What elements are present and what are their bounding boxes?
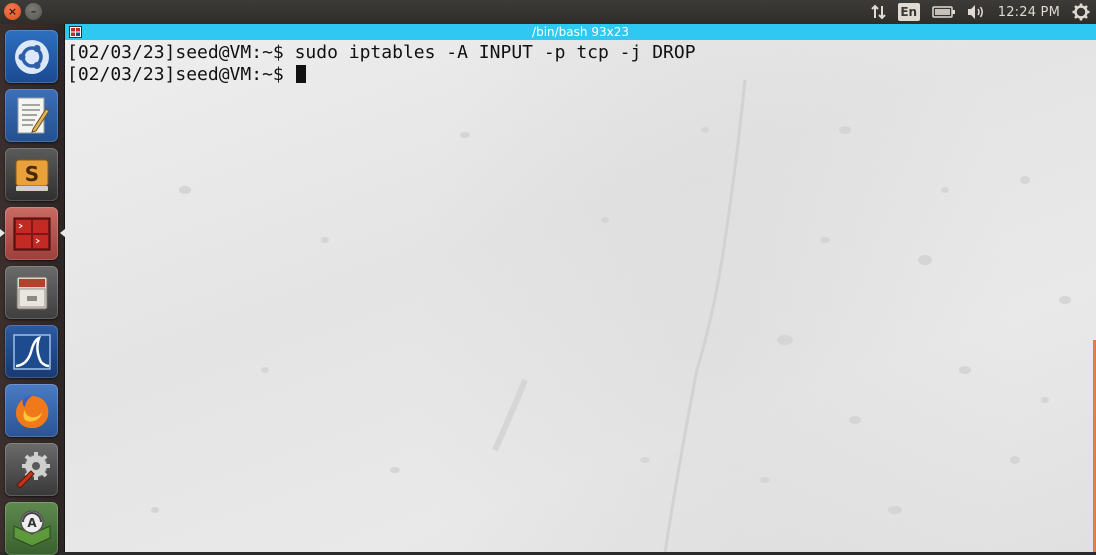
launcher-software-updater[interactable]: A: [5, 502, 58, 555]
volume-indicator[interactable]: [964, 0, 988, 24]
session-menu-button[interactable]: [1070, 0, 1092, 24]
window-controls: × –: [4, 3, 42, 20]
launcher-system-settings[interactable]: [5, 443, 58, 496]
terminal-icon: [13, 217, 50, 250]
terminal-window[interactable]: /bin/bash 93x23 [02/03/23]seed@VM:~$ sud…: [65, 24, 1096, 552]
top-panel: × – En 12:24 PM: [0, 0, 1096, 24]
clock[interactable]: 12:24 PM: [998, 0, 1060, 24]
terminal-menu-icon[interactable]: [69, 26, 82, 38]
battery-indicator[interactable]: [930, 0, 958, 24]
svg-text:S: S: [24, 162, 38, 186]
terminal-content[interactable]: [02/03/23]seed@VM:~$ sudo iptables -A IN…: [65, 40, 1096, 552]
network-indicator[interactable]: [866, 0, 892, 24]
launcher-ubuntu-dash[interactable]: [5, 30, 58, 83]
svg-text:A: A: [27, 516, 37, 530]
file-cabinet-icon: [16, 276, 47, 309]
launcher: S A: [0, 24, 65, 555]
active-indicator-left: [0, 229, 5, 237]
text-cursor: [295, 65, 306, 83]
close-icon: ×: [7, 5, 18, 18]
terminal-line: [02/03/23]seed@VM:~$: [67, 64, 295, 85]
firefox-icon: [15, 395, 48, 428]
battery-icon: [931, 6, 955, 18]
volume-icon: [967, 5, 983, 19]
launcher-firefox[interactable]: [5, 384, 58, 437]
terminal-prompt-line: [02/03/23]seed@VM:~$: [67, 64, 696, 86]
launcher-terminal[interactable]: [0, 207, 65, 260]
ubuntu-logo-icon: [14, 39, 49, 74]
text-editor-icon: [17, 97, 50, 133]
wireshark-fin-icon: [12, 333, 51, 370]
gear-icon: [1072, 3, 1090, 21]
minimize-window-button[interactable]: –: [25, 3, 42, 20]
indicator-area: En 12:24 PM: [866, 0, 1096, 24]
rain-drops-background: [151, 79, 1071, 552]
launcher-wireshark[interactable]: [5, 325, 58, 378]
network-transfer-icon: [871, 4, 886, 20]
updater-icon: A: [13, 509, 50, 547]
terminal-output: [02/03/23]seed@VM:~$ sudo iptables -A IN…: [67, 42, 696, 86]
keyboard-language-indicator[interactable]: En: [897, 3, 920, 21]
sublime-text-icon: S: [15, 159, 48, 191]
launcher-files[interactable]: [5, 266, 58, 319]
terminal-line: [02/03/23]seed@VM:~$ sudo iptables -A IN…: [67, 42, 696, 63]
launcher-text-editor[interactable]: [5, 89, 58, 142]
minimize-icon: –: [30, 5, 37, 18]
launcher-sublime-text[interactable]: S: [5, 148, 58, 201]
close-window-button[interactable]: ×: [4, 3, 21, 20]
wrench-gear-icon: [15, 451, 50, 489]
terminal-titlebar[interactable]: /bin/bash 93x23: [65, 24, 1096, 40]
terminal-title: /bin/bash 93x23: [532, 25, 629, 39]
